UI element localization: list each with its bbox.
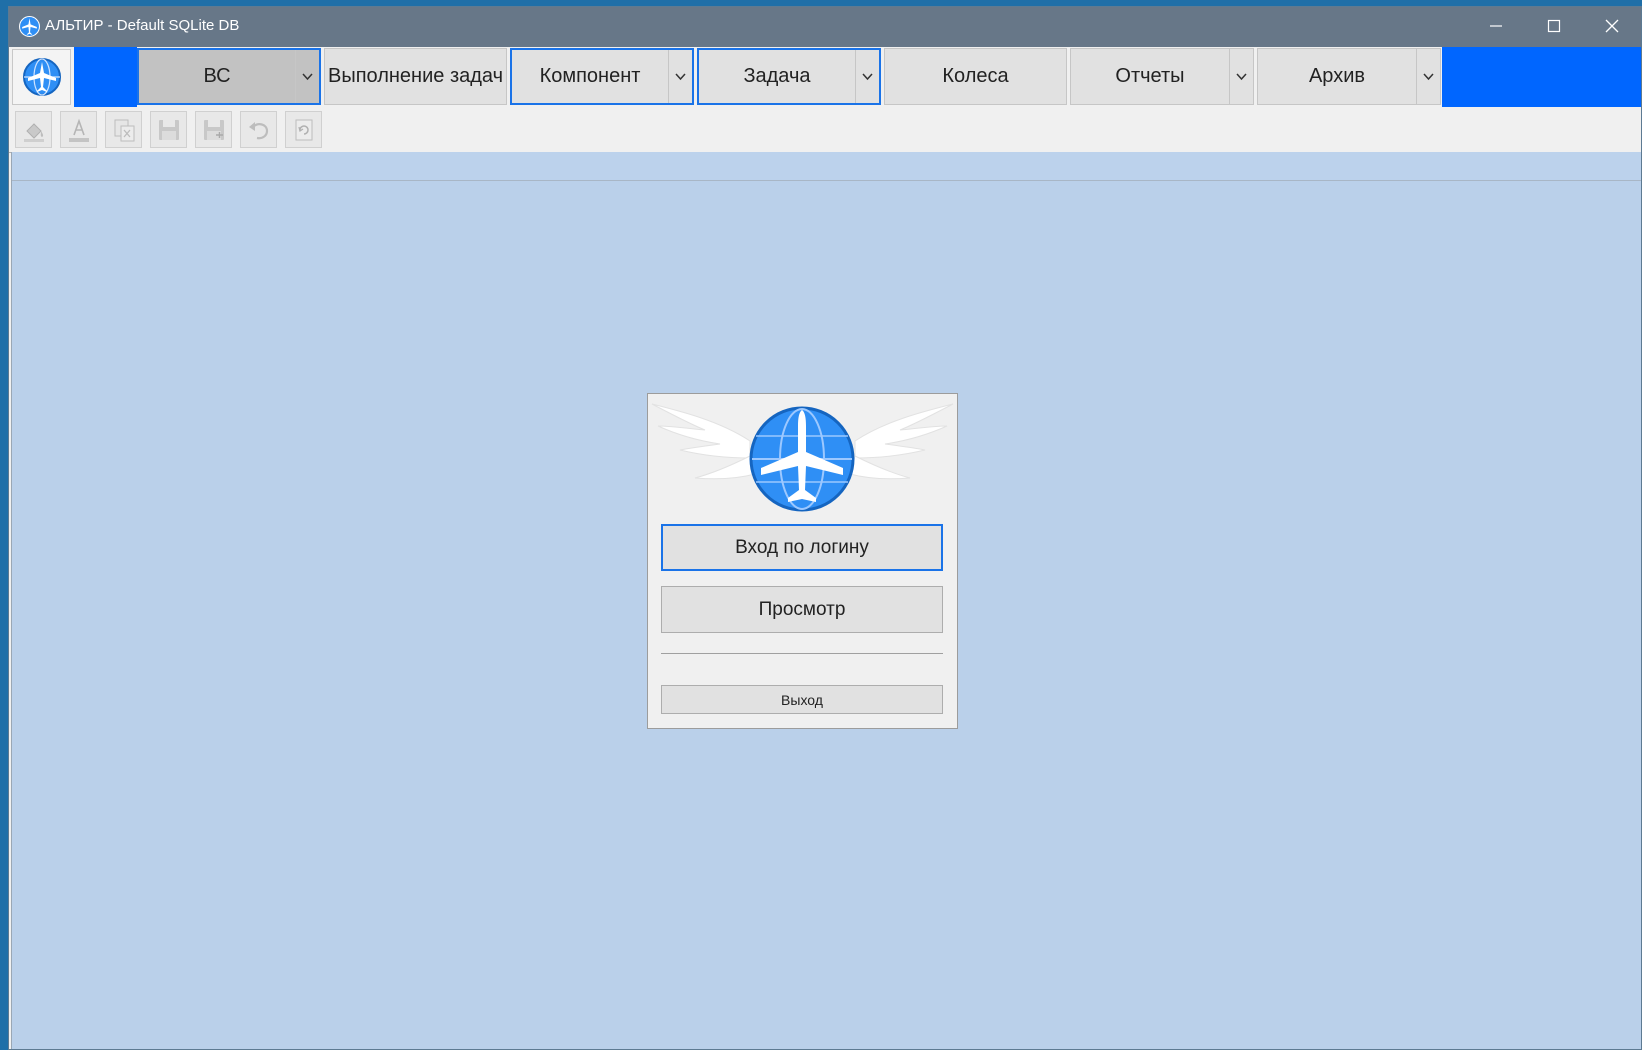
save-as-icon — [203, 119, 224, 140]
minimize-icon — [1490, 25, 1502, 27]
font-color-button[interactable] — [60, 111, 97, 148]
menu-item-archive[interactable]: Архив — [1257, 48, 1441, 105]
menu-item-label: ВС — [203, 65, 231, 87]
menu-item-label: Колеса — [942, 65, 1009, 87]
main-menu-bar: ВС Выполнение задач Компонент Задача Кол… — [9, 47, 1641, 108]
login-dialog: Вход по логину Просмотр Выход — [647, 393, 958, 729]
toolbar — [9, 108, 1641, 153]
menu-blue-block — [74, 47, 137, 107]
close-button[interactable] — [1583, 7, 1641, 45]
save-as-button[interactable] — [195, 111, 232, 148]
exit-button[interactable]: Выход — [661, 685, 943, 714]
winged-airplane-globe-logo — [651, 403, 954, 512]
menu-item-label: Архив — [1308, 65, 1366, 87]
menu-item-label: Выполнение задач — [327, 65, 504, 87]
tab-strip — [12, 152, 1641, 181]
menu-item-component[interactable]: Компонент — [510, 48, 694, 105]
title-bar[interactable]: АЛЬТИР - Default SQLite DB — [9, 7, 1641, 47]
chevron-down-icon[interactable] — [1229, 49, 1253, 104]
dialog-separator — [661, 653, 943, 654]
fill-color-button[interactable] — [15, 111, 52, 148]
export-excel-icon — [114, 119, 134, 141]
paint-bucket-icon — [23, 122, 44, 142]
chevron-down-icon[interactable] — [668, 50, 692, 103]
menu-item-vs[interactable]: ВС — [137, 48, 321, 105]
window-title: АЛЬТИР - Default SQLite DB — [45, 17, 240, 34]
maximize-button[interactable] — [1525, 7, 1583, 45]
refresh-button[interactable] — [285, 111, 322, 148]
chevron-down-icon[interactable] — [1416, 49, 1440, 104]
menu-item-label: Компонент — [539, 65, 641, 87]
menu-item-task[interactable]: Задача — [697, 48, 881, 105]
undo-button[interactable] — [240, 111, 277, 148]
menu-item-reports[interactable]: Отчеты — [1070, 48, 1254, 105]
chevron-down-icon[interactable] — [295, 50, 319, 103]
menu-item-wheels[interactable]: Колеса — [884, 48, 1067, 105]
save-icon — [158, 119, 179, 140]
menu-item-task-execution[interactable]: Выполнение задач — [324, 48, 507, 105]
app-window: АЛЬТИР - Default SQLite DB ВС Выполнение… — [8, 6, 1642, 1050]
airplane-globe-icon — [23, 58, 61, 96]
login-button[interactable]: Вход по логину — [661, 524, 943, 571]
menu-item-label: Задача — [743, 65, 811, 87]
menu-item-label: Отчеты — [1115, 65, 1185, 87]
close-icon — [1605, 19, 1619, 33]
view-button[interactable]: Просмотр — [661, 586, 943, 633]
undo-icon — [248, 121, 268, 139]
save-button[interactable] — [150, 111, 187, 148]
minimize-button[interactable] — [1467, 7, 1525, 45]
home-logo-button[interactable] — [12, 49, 71, 105]
refresh-icon — [295, 119, 312, 140]
airplane-globe-icon — [19, 16, 40, 37]
chevron-down-icon[interactable] — [855, 50, 879, 103]
export-excel-button[interactable] — [105, 111, 142, 148]
menu-blue-block — [1442, 47, 1641, 107]
font-color-icon — [68, 118, 89, 142]
maximize-icon — [1547, 19, 1561, 33]
